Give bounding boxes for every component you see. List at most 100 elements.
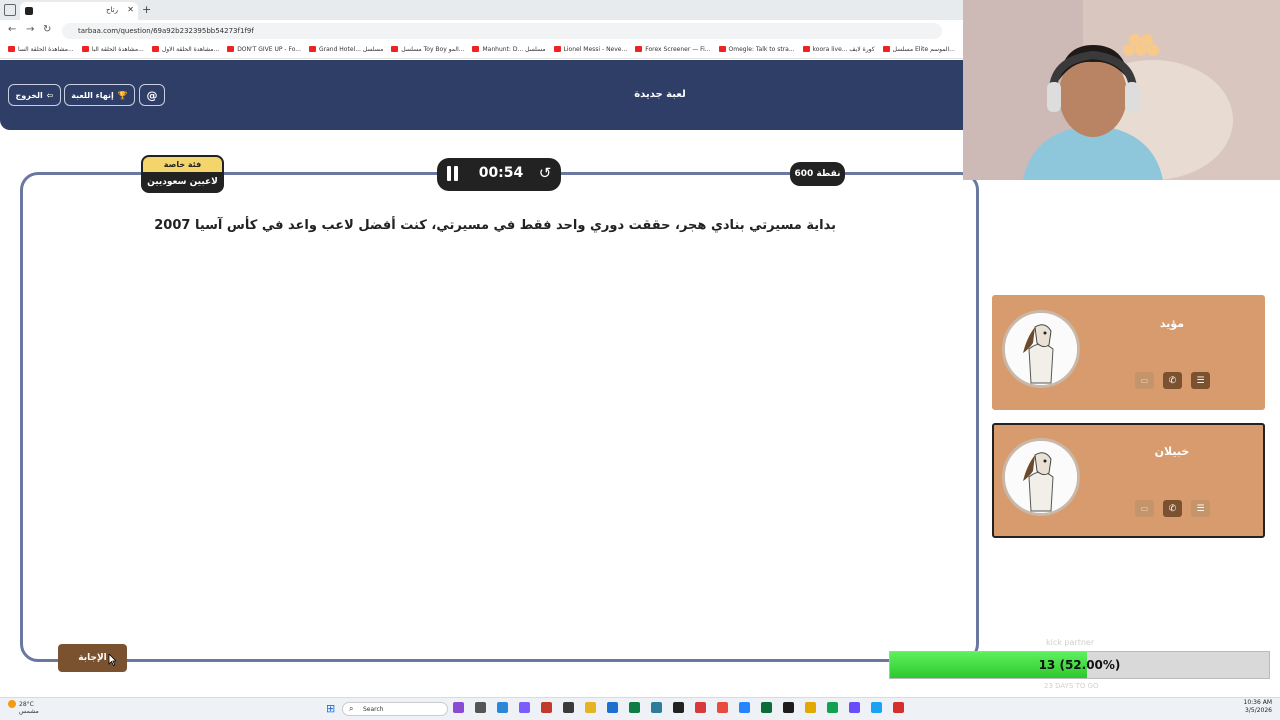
- bookmark-item[interactable]: مسلسل Toy Boy المو...: [391, 46, 464, 53]
- page-title: لعبة جديدة: [634, 89, 686, 100]
- taskbar-search[interactable]: ⌕ Search: [342, 702, 448, 716]
- windows-start-icon[interactable]: ⊞: [326, 702, 335, 715]
- bookmark-label: Forex Screener — Fi...: [645, 46, 711, 53]
- bookmark-icon: [391, 46, 399, 52]
- system-clock[interactable]: 10:36 AM 3/5/2026: [1232, 699, 1272, 715]
- taskbar-app-icon[interactable]: [893, 702, 904, 713]
- clock-time: 10:36 AM: [1243, 699, 1272, 706]
- bookmark-label: مشاهدة الحلقة البا...: [91, 46, 144, 53]
- bookmarks-bar: مشاهدة الحلقة السا... مشاهدة الحلقة البا.…: [0, 42, 963, 59]
- list-icon[interactable]: ☰: [1191, 372, 1210, 389]
- taskbar-app-icon[interactable]: [541, 702, 552, 713]
- taskbar-app-icon[interactable]: [827, 702, 838, 713]
- taskbar-app-icon[interactable]: [783, 702, 794, 713]
- weather-widget[interactable]: 28°C مشمس: [8, 700, 39, 715]
- bookmark-label: Omegle: Talk to stra...: [728, 46, 795, 53]
- at-button[interactable]: @: [139, 84, 165, 106]
- taskbar-app-icon[interactable]: [629, 702, 640, 713]
- tab-favicon-icon: [25, 7, 33, 15]
- bookmark-item[interactable]: مشاهدة الحلقة السا...: [8, 46, 74, 53]
- reset-timer-icon[interactable]: ↺: [536, 164, 554, 182]
- bookmark-label: مسلسل Elite الموسم...: [892, 46, 955, 53]
- category-badge: فئة خاصة لاعبين سعوديين: [141, 155, 224, 195]
- back-icon[interactable]: ←: [8, 24, 16, 35]
- list-icon[interactable]: ☰: [1191, 500, 1210, 517]
- bookmark-icon: [635, 46, 643, 52]
- bookmark-icon: [308, 46, 316, 52]
- taskbar-search-placeholder: Search: [363, 706, 384, 713]
- category-type: فئة خاصة: [141, 155, 224, 172]
- taskbar-app-icon[interactable]: [519, 702, 530, 713]
- category-name: لاعبين سعوديين: [141, 172, 224, 193]
- exit-label: الخروج: [15, 90, 43, 100]
- clock-date: 3/5/2026: [1245, 707, 1272, 714]
- taskbar-app-icon[interactable]: [805, 702, 816, 713]
- url-field[interactable]: tarbaa.com/question/69a92b232395bb54273f…: [62, 23, 942, 39]
- bookmark-icon: [227, 46, 235, 52]
- team-card-active: خبيلان ▭ ✆ ☰: [992, 423, 1265, 538]
- taskbar-app-icon[interactable]: [695, 702, 706, 713]
- taskbar-app-icon[interactable]: [761, 702, 772, 713]
- phone-icon[interactable]: ✆: [1163, 500, 1182, 517]
- bookmark-item[interactable]: مشاهدة الحلقة الاول...: [151, 46, 220, 53]
- new-tab-icon[interactable]: +: [142, 3, 151, 16]
- taskbar-app-icon[interactable]: [651, 702, 662, 713]
- taskbar-app-icon[interactable]: [563, 702, 574, 713]
- bookmark-item[interactable]: DON'T GIVE UP - Fo...: [227, 46, 301, 53]
- card-icon[interactable]: ▭: [1135, 500, 1154, 517]
- bookmark-item[interactable]: koora live... كورة لايف: [802, 46, 875, 53]
- team-avatar: [1002, 438, 1080, 516]
- question-card: [20, 172, 979, 662]
- team-name: مؤيد: [1159, 317, 1185, 330]
- webcam-video: [963, 0, 1280, 180]
- taskbar-app-icon[interactable]: [849, 702, 860, 713]
- browser-tab[interactable]: رتاح ✕: [20, 2, 138, 20]
- weather-desc: مشمس: [19, 708, 39, 715]
- taskbar-app-icon[interactable]: [717, 702, 728, 713]
- pause-icon[interactable]: [446, 166, 460, 182]
- bookmark-icon: [718, 46, 726, 52]
- taskbar-app-icon[interactable]: [673, 702, 684, 713]
- reload-icon[interactable]: ↻: [43, 24, 51, 35]
- taskbar-app-icon[interactable]: [497, 702, 508, 713]
- bookmark-label: مشاهدة الحلقة السا...: [18, 46, 74, 53]
- bookmark-label: مشاهدة الحلقة الاول...: [161, 46, 220, 53]
- bookmark-label: Lionel Messi - Neve...: [563, 46, 628, 53]
- team-card: مؤيد ▭ ✆ ☰: [992, 295, 1265, 410]
- bookmark-item[interactable]: Omegle: Talk to stra...: [718, 46, 795, 53]
- bookmark-item[interactable]: مشاهدة الحلقة البا...: [81, 46, 144, 53]
- bookmark-item[interactable]: Lionel Messi - Neve...: [553, 46, 628, 53]
- bookmark-item[interactable]: Forex Screener — Fi...: [635, 46, 711, 53]
- question-text: بداية مسيرتي بنادي هجر، حققت دوري واحد ف…: [154, 218, 836, 233]
- phone-icon[interactable]: ✆: [1163, 372, 1182, 389]
- bookmark-item[interactable]: Manhunt: D... مسلسل: [472, 46, 546, 53]
- bookmark-icon: [472, 46, 480, 52]
- card-icon[interactable]: ▭: [1135, 372, 1154, 389]
- team-name: خبيلان: [1154, 445, 1190, 458]
- bookmark-item[interactable]: مسلسل Elite الموسم...: [882, 46, 955, 53]
- points-badge: 600 نقطة: [790, 162, 845, 186]
- progress-label: kick partner: [1046, 638, 1095, 647]
- taskbar: [0, 697, 1280, 720]
- bookmark-item[interactable]: Grand Hotel... مسلسل: [308, 46, 383, 53]
- tab-close-icon[interactable]: ✕: [127, 5, 134, 14]
- progress-bar: 13 (52.00%): [889, 651, 1270, 679]
- window-menu-icon[interactable]: [4, 4, 16, 16]
- forward-icon[interactable]: →: [26, 24, 34, 35]
- taskbar-app-icon[interactable]: [607, 702, 618, 713]
- end-game-button[interactable]: إنهاء اللعبة 🏆: [64, 84, 135, 106]
- answer-button[interactable]: الإجابة: [58, 644, 127, 672]
- search-icon: ⌕: [349, 704, 354, 713]
- bookmark-icon: [882, 46, 890, 52]
- taskbar-app-icon[interactable]: [475, 702, 486, 713]
- progress-value: 13 (52.00%): [1038, 658, 1121, 672]
- taskbar-app-icon[interactable]: [871, 702, 882, 713]
- taskbar-app-icon[interactable]: [453, 702, 464, 713]
- team-avatar: [1002, 310, 1080, 388]
- taskbar-app-icon[interactable]: [585, 702, 596, 713]
- end-game-label: إنهاء اللعبة: [71, 90, 114, 100]
- exit-icon: ⇦: [46, 90, 54, 100]
- taskbar-app-icon[interactable]: [739, 702, 750, 713]
- bookmark-icon: [81, 46, 89, 52]
- exit-button[interactable]: الخروج ⇦: [8, 84, 61, 106]
